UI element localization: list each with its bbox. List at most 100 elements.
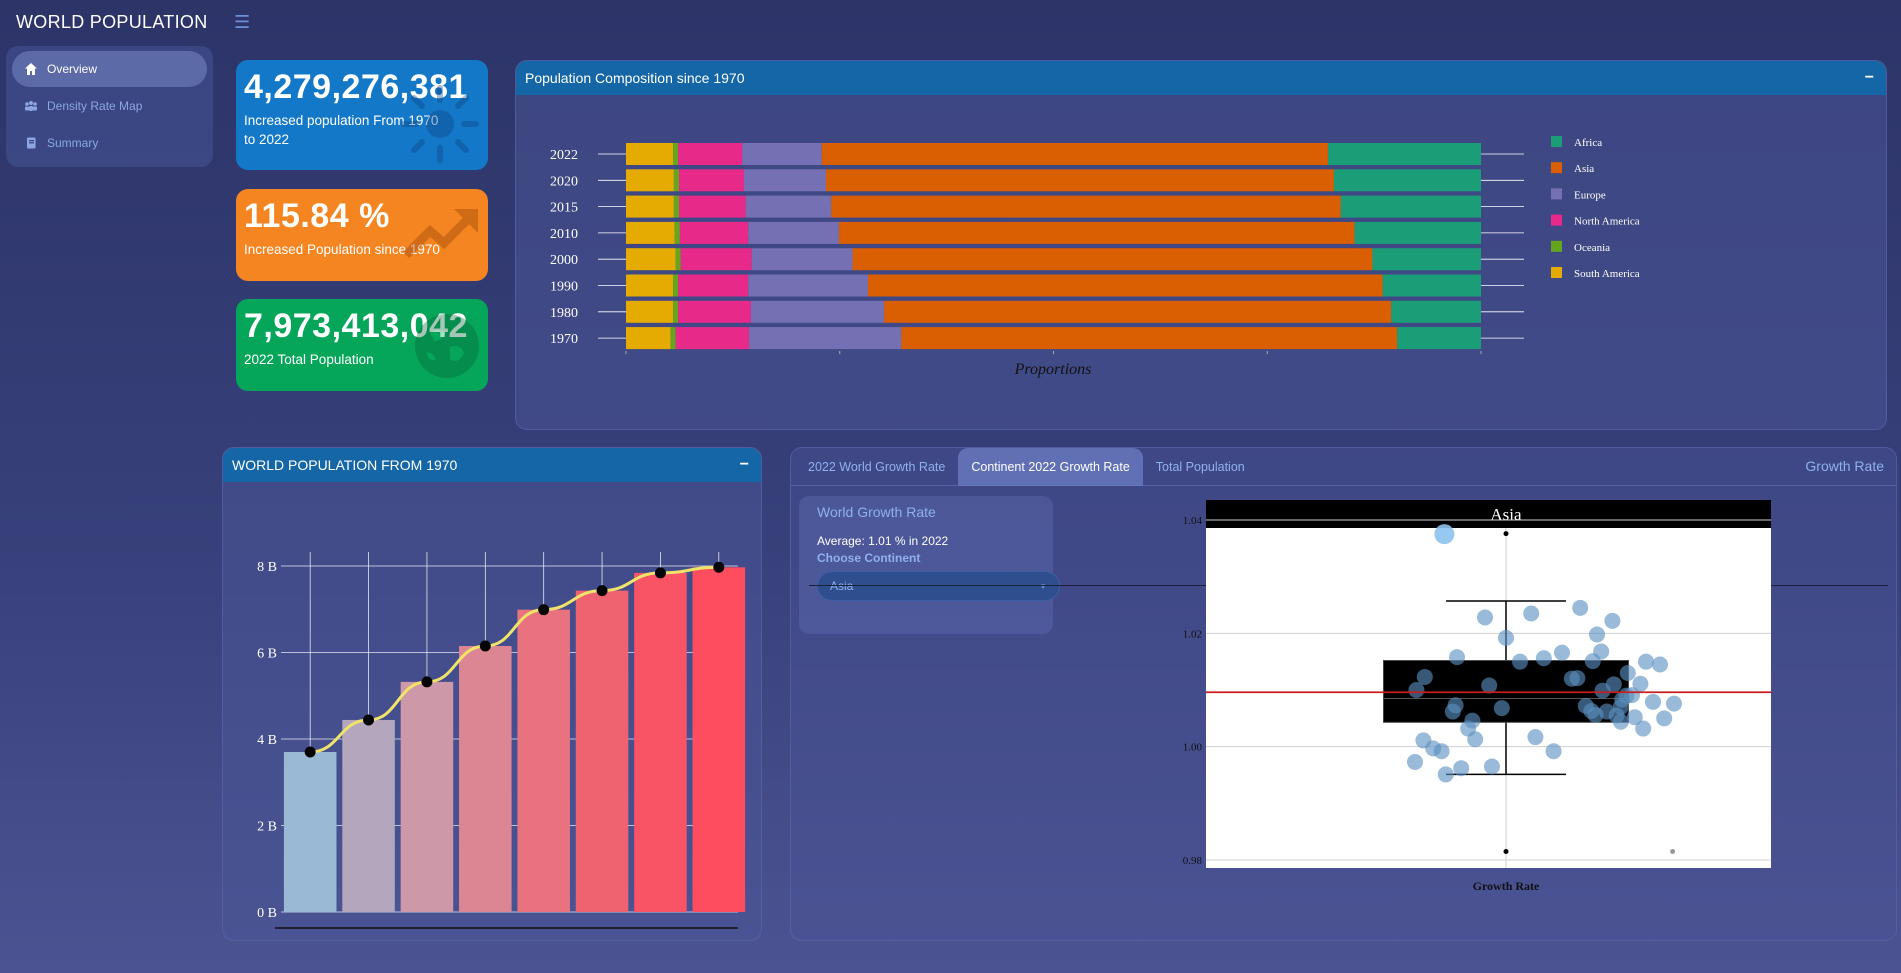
y-tick-label: 6 B <box>257 647 277 662</box>
legend-swatch <box>1551 136 1562 147</box>
bar-segment <box>674 221 680 244</box>
jitter-point <box>1587 706 1604 723</box>
sun-icon <box>398 82 482 170</box>
trend-point <box>596 585 608 597</box>
tab-2022-world-growth-rate[interactable]: 2022 World Growth Rate <box>795 448 958 486</box>
bar-segment <box>626 327 671 350</box>
y-tick-label: 1.04 <box>1183 515 1203 527</box>
legend-swatch <box>1551 162 1562 174</box>
sidebar-item-label: Summary <box>47 136 99 150</box>
legend-label: North America <box>1574 216 1640 228</box>
jitter-point <box>1523 605 1540 622</box>
growth-rate-card: 2022 World Growth Rate Continent 2022 Gr… <box>790 447 1897 941</box>
bar-segment <box>751 248 853 271</box>
legend-swatch <box>1551 267 1562 278</box>
bar-segment <box>680 248 752 271</box>
globe-icon <box>412 311 482 386</box>
card-title: WORLD POPULATION FROM 1970 <box>232 457 458 473</box>
jitter-point <box>1652 656 1668 673</box>
trend-up-icon <box>402 203 482 268</box>
bar-segment <box>678 143 743 165</box>
x-tick-label: 2000 <box>471 938 499 941</box>
y-tick-label: 2000 <box>550 253 578 268</box>
x-tick-label: 2022 <box>705 938 733 941</box>
bar-segment <box>679 221 749 244</box>
bar-segment <box>626 300 674 323</box>
bar-segment <box>675 327 750 350</box>
jitter-point <box>1498 629 1514 646</box>
jitter-point <box>1408 682 1425 698</box>
bar-segment <box>673 300 679 323</box>
bar-segment <box>1354 221 1481 244</box>
jitter-point <box>1594 682 1611 699</box>
trend-point <box>713 561 725 573</box>
tabset-title: Growth Rate <box>1805 458 1884 474</box>
population-bar <box>283 751 337 912</box>
legend-swatch <box>1551 214 1562 226</box>
bar-segment <box>901 327 1398 350</box>
trend-point <box>479 640 491 652</box>
tab-total-population[interactable]: Total Population <box>1143 448 1258 486</box>
jitter-point <box>1535 650 1552 667</box>
jitter-point <box>1656 710 1673 727</box>
jitter-point <box>1444 703 1461 720</box>
legend-swatch <box>1551 188 1562 200</box>
bar-segment <box>626 248 676 271</box>
jitter-point <box>1589 626 1605 643</box>
jitter-point <box>1433 743 1450 760</box>
sidebar-item-overview[interactable]: Overview <box>12 51 207 87</box>
bar-segment <box>673 169 680 192</box>
collapse-button[interactable]: − <box>1865 69 1874 87</box>
trend-point <box>421 676 433 688</box>
bar-segment <box>626 143 674 165</box>
bar-segment <box>867 274 1383 297</box>
legend-swatch <box>1551 240 1562 252</box>
y-tick-label: 1970 <box>550 332 578 347</box>
card-header: WORLD POPULATION FROM 1970 − <box>223 448 761 482</box>
jitter-point <box>1632 675 1649 692</box>
choose-continent-label: Choose Continent <box>817 551 921 565</box>
sidebar-item-summary[interactable]: Summary <box>12 125 207 161</box>
bar-segment <box>678 300 751 323</box>
bar-segment <box>675 248 681 271</box>
bar-segment <box>748 274 868 297</box>
population-bar <box>634 572 687 912</box>
jitter-point <box>1512 653 1528 670</box>
bar-segment <box>838 221 1355 244</box>
y-tick-label: 2022 <box>550 148 578 163</box>
bar-segment <box>626 274 674 297</box>
legend-label: Asia <box>1574 163 1594 175</box>
sidebar-item-density-rate-map[interactable]: Density Rate Map <box>12 88 207 124</box>
continent-select[interactable]: Asia ▼ <box>817 571 1060 601</box>
jitter-point <box>1484 758 1500 775</box>
tab-continent-2022-growth-rate[interactable]: Continent 2022 Growth Rate <box>958 448 1143 486</box>
card-title: Population Composition since 1970 <box>525 70 745 86</box>
hamburger-icon[interactable]: ☰ <box>234 12 250 33</box>
collapse-button[interactable]: − <box>740 456 749 474</box>
legend-label: South America <box>1574 268 1640 280</box>
sidebar: Overview Density Rate Map Summary <box>6 46 213 167</box>
jitter-point <box>1467 731 1484 748</box>
outlier-point <box>1503 531 1509 537</box>
jitter-point-small <box>1670 849 1676 854</box>
trend-point <box>654 567 666 579</box>
y-tick-label: 2 B <box>257 820 277 835</box>
bar-segment <box>745 195 832 218</box>
average-text: Average: 1.01 % in 2022 <box>817 534 949 548</box>
world-growth-rate-panel: World Growth Rate Average: 1.01 % in 202… <box>799 496 1060 634</box>
tab-bar: 2022 World Growth Rate Continent 2022 Gr… <box>791 448 1896 486</box>
jitter-point <box>1563 670 1580 687</box>
jitter-point <box>1619 665 1636 681</box>
x-tick-label: 1990 <box>413 938 441 941</box>
bar-segment <box>679 195 746 218</box>
trend-point <box>304 746 316 758</box>
bar-segment <box>821 143 1328 165</box>
bar-segment <box>749 327 902 350</box>
bar-segment <box>743 169 827 192</box>
y-tick-label: 1980 <box>550 306 578 321</box>
y-tick-label: 1990 <box>550 280 578 295</box>
growth-box-chart: Asia 0.98 1.00 1.02 1.04 Growth Rate <box>1183 500 1771 893</box>
jitter-point <box>1407 753 1423 770</box>
chevron-down-icon: ▼ <box>1039 581 1047 591</box>
jitter-point <box>1527 729 1544 746</box>
